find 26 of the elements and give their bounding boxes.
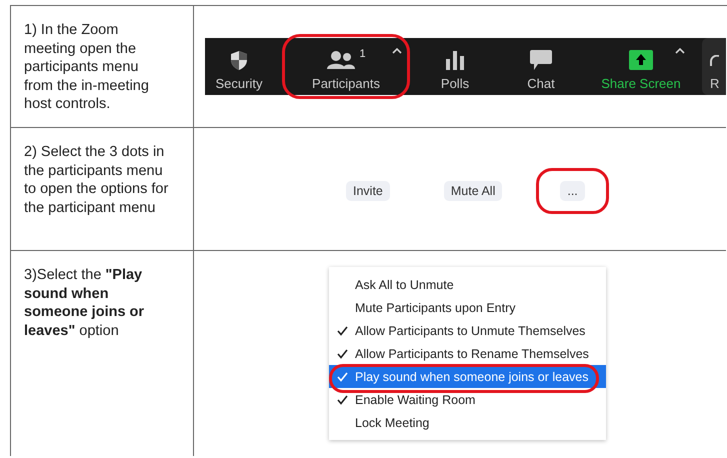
- step-instruction: 3)Select the "Play sound when someone joins or leaves" option: [24, 266, 146, 340]
- participant-count: 1: [359, 48, 366, 60]
- toolbar-button[interactable]: Security: [205, 38, 273, 95]
- toolbar-button[interactable]: Polls: [419, 38, 491, 95]
- menu-item[interactable]: Ask All to Unmute: [329, 273, 606, 296]
- participants-button[interactable]: ...: [560, 180, 585, 200]
- people-icon: [326, 50, 356, 70]
- participants-button[interactable]: Mute All: [444, 180, 502, 200]
- menu-item[interactable]: Allow Participants to Unmute Themselves: [329, 319, 606, 342]
- speech-bubble-icon: [529, 49, 553, 71]
- menu-item[interactable]: Enable Waiting Room: [329, 388, 606, 411]
- caret-icon[interactable]: [675, 48, 685, 54]
- toolbar-button[interactable]: 1 Participants: [284, 38, 408, 95]
- menu-item[interactable]: Mute Participants upon Entry: [329, 296, 606, 319]
- menu-item[interactable]: Allow Participants to Rename Themselves: [329, 342, 606, 365]
- participants-button[interactable]: Invite: [346, 180, 390, 200]
- step-instruction: 1) In the Zoom meeting open the participants menu from the in-meeting host controls.: [24, 21, 150, 114]
- menu-item[interactable]: Lock Meeting: [329, 411, 606, 434]
- step-instruction: 2) Select the 3 dots in the participants menu to open the options for the participant menu: [24, 143, 169, 217]
- menu-item[interactable]: Play sound when someone joins or leaves: [329, 365, 606, 388]
- toolbar-button[interactable]: R: [702, 38, 726, 95]
- toolbar-button[interactable]: Share Screen: [591, 38, 691, 95]
- shield-icon: [230, 50, 248, 70]
- bar-chart-icon: [445, 50, 465, 70]
- toolbar-button[interactable]: Chat: [502, 38, 580, 95]
- caret-icon[interactable]: [392, 48, 402, 54]
